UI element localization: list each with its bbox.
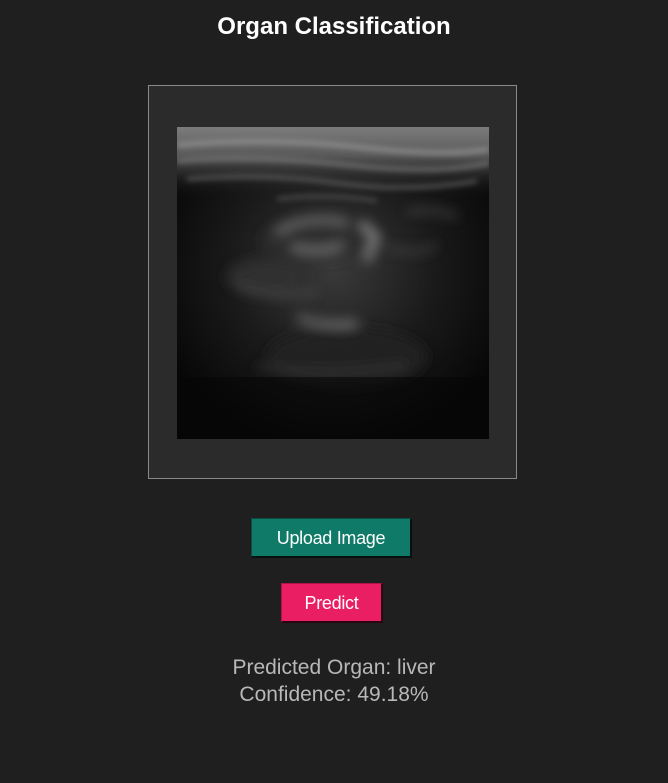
predict-button[interactable]: Predict xyxy=(281,583,383,623)
image-preview-panel xyxy=(148,85,517,479)
ultrasound-image xyxy=(177,127,489,439)
confidence-text: Confidence: 49.18% xyxy=(239,683,429,706)
app-window: Organ Classification Upload Image Predic… xyxy=(0,0,668,783)
predicted-organ-text: Predicted Organ: liver xyxy=(232,656,436,679)
upload-image-button[interactable]: Upload Image xyxy=(251,518,412,558)
prediction-result: Predicted Organ: liver Confidence: 49.18… xyxy=(0,654,668,708)
page-title: Organ Classification xyxy=(217,13,451,40)
